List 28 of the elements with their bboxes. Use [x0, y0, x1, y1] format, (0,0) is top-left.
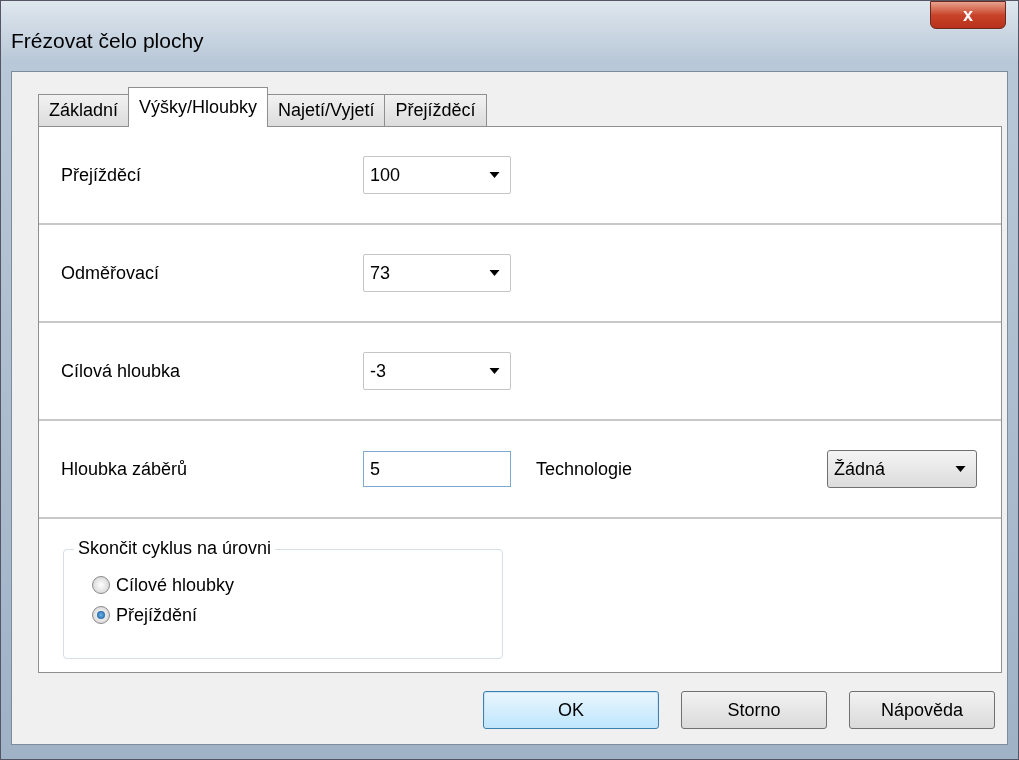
- close-button[interactable]: x: [930, 1, 1006, 29]
- dialog-button[interactable]: Storno: [681, 691, 827, 729]
- radio-button[interactable]: [92, 576, 110, 594]
- dropdown[interactable]: -3: [363, 352, 511, 390]
- dialog-button[interactable]: OK: [483, 691, 659, 729]
- dropdown-arrow-icon: [489, 172, 500, 178]
- radio-label[interactable]: Cílové hloubky: [116, 574, 235, 596]
- field-label: Odměřovací: [61, 262, 161, 284]
- dropdown-arrow-icon: [489, 270, 500, 276]
- dropdown-arrow-icon: [955, 466, 966, 472]
- window-title: Frézovat čelo plochy: [11, 29, 204, 53]
- dropdown-arrow-icon: [489, 368, 500, 374]
- field-label: Technologie: [536, 458, 634, 480]
- dropdown[interactable]: 73: [363, 254, 511, 292]
- field-label: Přejížděcí: [61, 164, 143, 186]
- tab[interactable]: Najetí/Vyjetí: [267, 94, 386, 126]
- radio-label[interactable]: Přejíždění: [116, 604, 198, 626]
- group-title: Skončit cyklus na úrovni: [74, 538, 276, 559]
- field-label: Cílová hloubka: [61, 360, 182, 382]
- dropdown[interactable]: 100: [363, 156, 511, 194]
- tab[interactable]: Výšky/Hloubky: [128, 87, 269, 127]
- tab[interactable]: Základní: [38, 94, 130, 126]
- dialog-button[interactable]: Nápověda: [849, 691, 995, 729]
- input-field[interactable]: 5: [363, 451, 511, 487]
- tab[interactable]: Přejížděcí: [384, 94, 487, 126]
- radio-button[interactable]: [92, 606, 110, 624]
- dropdown[interactable]: Žádná: [827, 450, 977, 488]
- field-label: Hloubka záběrů: [61, 458, 189, 480]
